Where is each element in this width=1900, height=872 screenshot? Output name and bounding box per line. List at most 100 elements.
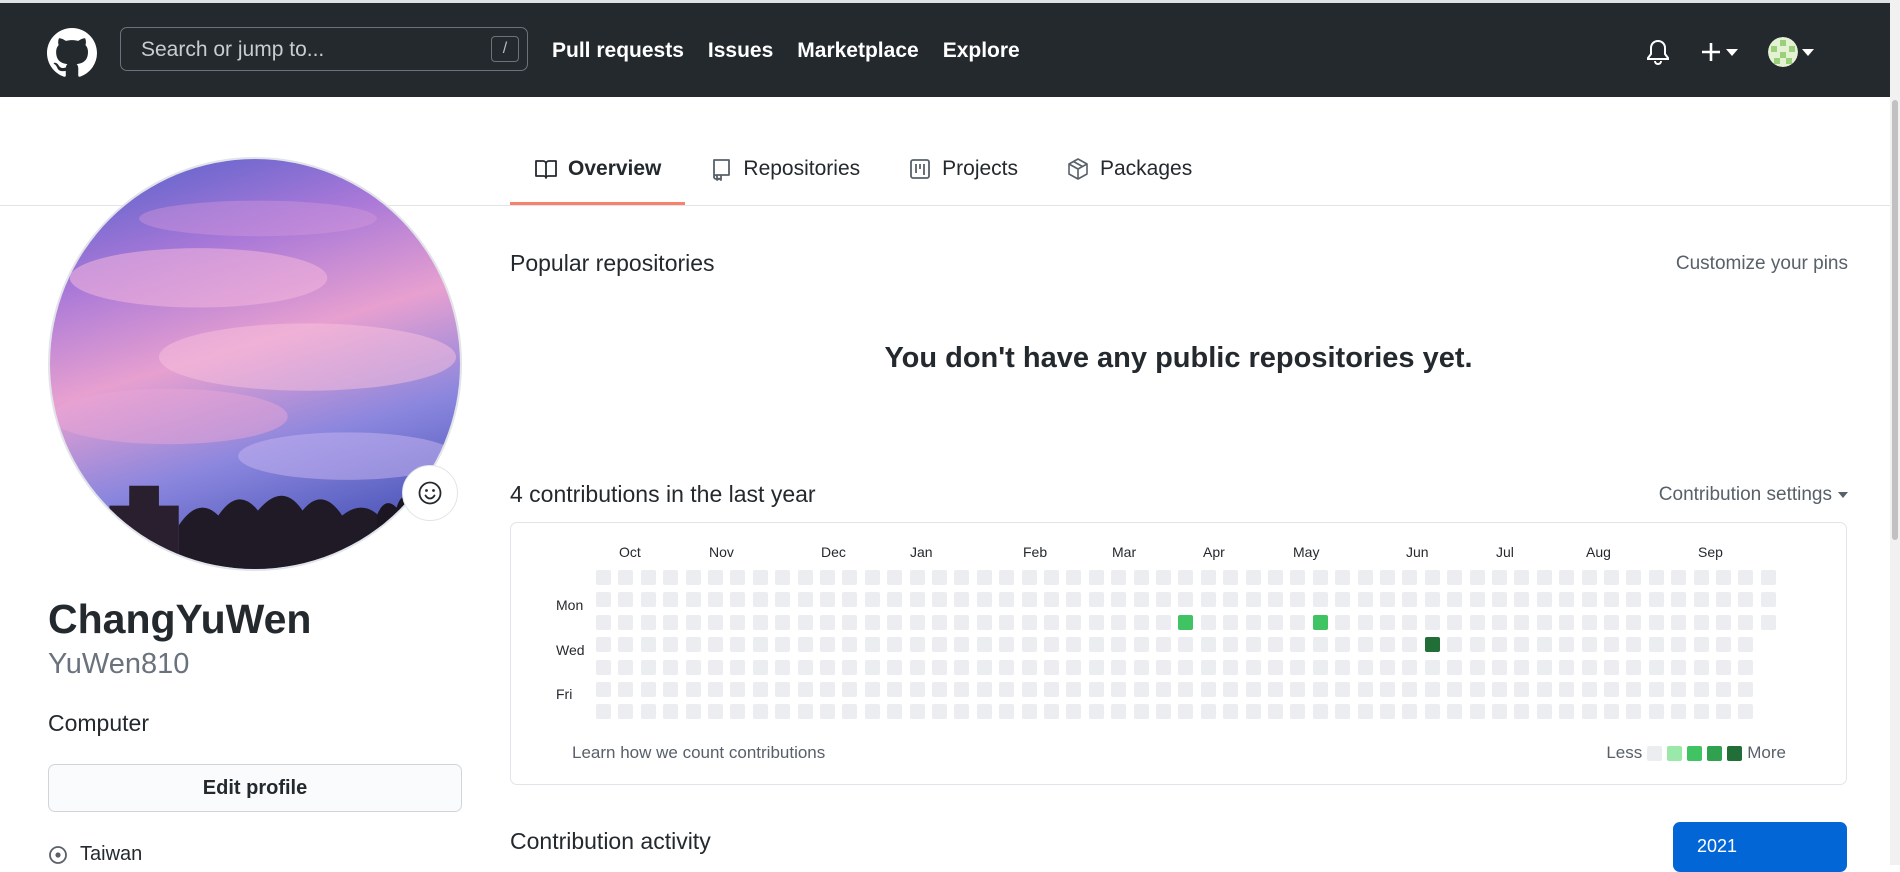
contribution-day-cell[interactable] xyxy=(1066,570,1082,585)
contribution-day-cell[interactable] xyxy=(1200,570,1216,585)
contribution-day-cell[interactable] xyxy=(1716,637,1731,653)
contribution-day-cell[interactable] xyxy=(1536,659,1552,675)
contribution-day-cell[interactable] xyxy=(842,659,858,675)
contribution-day-cell[interactable] xyxy=(797,570,813,585)
contribution-day-cell[interactable] xyxy=(1424,570,1440,585)
contribution-day-cell[interactable] xyxy=(1268,704,1283,720)
contribution-day-cell[interactable] xyxy=(1268,637,1283,653)
contribution-day-cell[interactable] xyxy=(1424,659,1440,675)
contribution-day-cell[interactable] xyxy=(1021,570,1037,585)
contribution-day-cell[interactable] xyxy=(1290,682,1306,697)
contribution-day-cell[interactable] xyxy=(1223,570,1239,585)
contribution-day-cell[interactable] xyxy=(999,592,1015,608)
contribution-day-cell[interactable] xyxy=(775,659,791,675)
contribution-day-cell[interactable] xyxy=(1469,704,1485,720)
contribution-day-cell[interactable] xyxy=(909,592,925,608)
contribution-day-cell[interactable] xyxy=(1716,592,1731,608)
contribution-day-cell[interactable] xyxy=(820,704,835,720)
contribution-day-cell[interactable] xyxy=(1402,570,1418,585)
contribution-day-cell[interactable] xyxy=(1760,592,1776,608)
contribution-day-cell[interactable] xyxy=(864,637,880,653)
contribution-day-cell[interactable] xyxy=(1245,704,1261,720)
set-status-button[interactable] xyxy=(402,465,458,521)
contribution-day-cell[interactable] xyxy=(708,659,723,675)
contribution-day-cell[interactable] xyxy=(864,614,880,630)
contribution-day-cell[interactable] xyxy=(1044,614,1059,630)
contribution-day-cell[interactable] xyxy=(1312,637,1328,653)
contribution-day-cell[interactable] xyxy=(887,570,903,585)
contribution-day-cell[interactable] xyxy=(1671,637,1687,653)
contribution-day-cell[interactable] xyxy=(887,592,903,608)
contribution-day-cell[interactable] xyxy=(1626,659,1642,675)
contribution-day-cell[interactable] xyxy=(1335,614,1351,630)
contribution-day-cell[interactable] xyxy=(820,682,835,697)
contribution-day-cell[interactable] xyxy=(1245,659,1261,675)
contribution-day-cell[interactable] xyxy=(663,570,679,585)
contribution-day-cell[interactable] xyxy=(1268,659,1283,675)
contribution-day-cell[interactable] xyxy=(1156,570,1171,585)
contribution-day-cell[interactable] xyxy=(1536,637,1552,653)
contribution-day-cell[interactable] xyxy=(1402,704,1418,720)
contribution-day-cell[interactable] xyxy=(618,704,634,720)
contribution-day-cell[interactable] xyxy=(752,592,768,608)
contribution-day-cell[interactable] xyxy=(640,637,656,653)
customize-pins-link[interactable]: Customize your pins xyxy=(1676,253,1848,275)
contribution-day-cell[interactable] xyxy=(1581,682,1597,697)
contribution-day-cell[interactable] xyxy=(999,637,1015,653)
contribution-day-cell[interactable] xyxy=(932,592,947,608)
contribution-day-cell[interactable] xyxy=(618,637,634,653)
contribution-day-cell[interactable] xyxy=(1021,614,1037,630)
contribution-day-cell[interactable] xyxy=(864,704,880,720)
contribution-day-cell[interactable] xyxy=(640,659,656,675)
contribution-day-cell[interactable] xyxy=(1626,704,1642,720)
contribution-day-cell[interactable] xyxy=(909,637,925,653)
contribution-day-cell[interactable] xyxy=(1447,659,1463,675)
contribution-day-cell[interactable] xyxy=(752,614,768,630)
contribution-day-cell[interactable] xyxy=(932,637,947,653)
contribution-day-cell[interactable] xyxy=(618,570,634,585)
contribution-day-cell[interactable] xyxy=(1156,614,1171,630)
contribution-day-cell[interactable] xyxy=(1044,570,1059,585)
contribution-day-cell[interactable] xyxy=(1312,570,1328,585)
contribution-day-cell[interactable] xyxy=(1380,637,1395,653)
contribution-day-cell[interactable] xyxy=(932,659,947,675)
contribution-day-cell[interactable] xyxy=(775,570,791,585)
contribution-day-cell[interactable] xyxy=(752,659,768,675)
contribution-day-cell[interactable] xyxy=(1156,682,1171,697)
contribution-day-cell[interactable] xyxy=(1536,704,1552,720)
contribution-day-cell[interactable] xyxy=(618,682,634,697)
contribution-day-cell[interactable] xyxy=(1738,704,1754,720)
contribution-day-cell[interactable] xyxy=(1021,592,1037,608)
learn-contributions-link[interactable]: Learn how we count contributions xyxy=(572,743,825,763)
contribution-day-cell[interactable] xyxy=(775,704,791,720)
contribution-day-cell[interactable] xyxy=(1716,682,1731,697)
contribution-day-cell[interactable] xyxy=(1447,614,1463,630)
contribution-day-cell[interactable] xyxy=(1111,637,1127,653)
contribution-day-cell[interactable] xyxy=(820,592,835,608)
contribution-day-cell[interactable] xyxy=(887,704,903,720)
contribution-day-cell[interactable] xyxy=(976,704,992,720)
contribution-day-cell[interactable] xyxy=(663,704,679,720)
contribution-day-cell[interactable] xyxy=(842,570,858,585)
contribution-day-cell[interactable] xyxy=(618,592,634,608)
contribution-day-cell[interactable] xyxy=(842,637,858,653)
contribution-day-cell[interactable] xyxy=(1536,570,1552,585)
contribution-day-cell[interactable] xyxy=(1066,682,1082,697)
contribution-day-cell[interactable] xyxy=(887,637,903,653)
contribution-day-cell[interactable] xyxy=(1469,659,1485,675)
contribution-day-cell[interactable] xyxy=(663,659,679,675)
contribution-day-cell[interactable] xyxy=(1604,614,1619,630)
contribution-day-cell[interactable] xyxy=(1312,704,1328,720)
contribution-day-cell[interactable] xyxy=(1200,659,1216,675)
contribution-day-cell[interactable] xyxy=(842,614,858,630)
contribution-day-cell[interactable] xyxy=(1693,659,1709,675)
contribution-day-cell[interactable] xyxy=(797,637,813,653)
contribution-day-cell[interactable] xyxy=(1223,682,1239,697)
contribution-day-cell[interactable] xyxy=(1312,659,1328,675)
contribution-day-cell[interactable] xyxy=(1492,682,1507,697)
contribution-day-cell[interactable] xyxy=(640,704,656,720)
contribution-day-cell[interactable] xyxy=(1581,637,1597,653)
contribution-day-cell[interactable] xyxy=(1424,614,1440,630)
contribution-day-cell[interactable] xyxy=(1111,682,1127,697)
contribution-day-cell[interactable] xyxy=(1648,637,1664,653)
